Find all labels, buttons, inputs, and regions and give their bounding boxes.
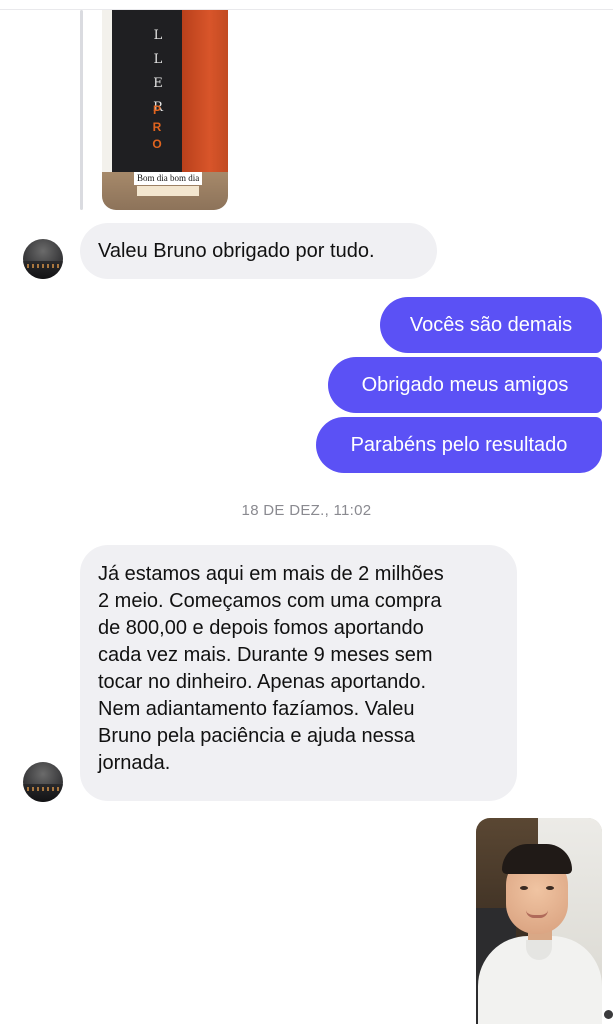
message-timestamp: 18 DE DEZ., 11:02 (241, 502, 372, 519)
photo-hair (502, 844, 572, 874)
message-bubble-incoming[interactable]: Valeu Bruno obrigado por tudo. (80, 223, 437, 279)
story-dark-panel (112, 10, 182, 180)
contact-avatar[interactable] (23, 239, 63, 279)
story-small-caption (137, 186, 199, 196)
read-receipt-avatar (604, 1010, 613, 1019)
avatar-city-lights (27, 787, 59, 791)
photo-eye (520, 886, 528, 890)
story-overlay-text: Bom dia bom dia (134, 172, 203, 185)
message-bubble-outgoing[interactable]: Obrigado meus amigos (328, 357, 602, 413)
avatar-city-lights (27, 264, 59, 268)
shared-photo[interactable] (476, 818, 602, 1024)
message-bubble-incoming[interactable]: Já estamos aqui em mais de 2 milhões 2 m… (80, 545, 517, 801)
contact-avatar[interactable] (23, 762, 63, 802)
message-bubble-outgoing[interactable]: Vocês são demais (380, 297, 602, 353)
top-divider (0, 9, 613, 10)
story-orange-panel (182, 10, 228, 180)
message-bubble-outgoing[interactable]: Parabéns pelo resultado (316, 417, 602, 473)
photo-eye (546, 886, 554, 890)
shared-story-image[interactable]: L L E R P R O Bom dia bom dia (102, 10, 228, 210)
story-reply-bar (80, 10, 83, 210)
story-sign-letters-bottom: P R O (152, 103, 162, 151)
